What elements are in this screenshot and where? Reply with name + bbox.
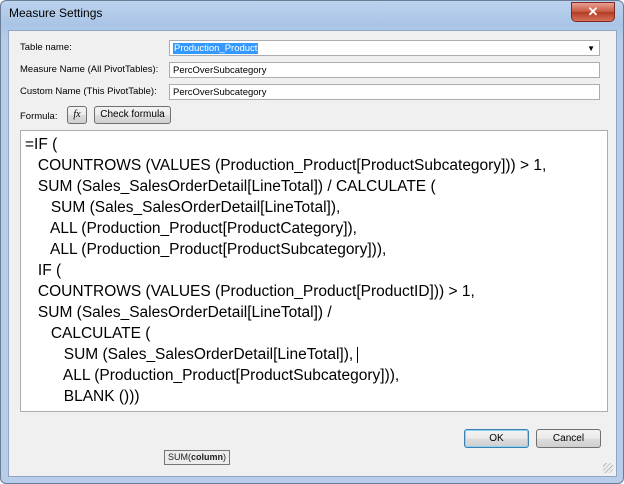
formula-line: COUNTROWS (VALUES (Production_Product[Pr… [25, 283, 475, 300]
measure-settings-dialog: Measure Settings ✕ Table name: Productio… [0, 0, 624, 484]
formula-line: =IF ( [25, 136, 58, 153]
formula-editor[interactable]: =IF ( COUNTROWS (VALUES (Production_Prod… [20, 130, 608, 412]
formula-line: SUM (Sales_SalesOrderDetail[LineTotal]), [25, 346, 354, 363]
cancel-button[interactable]: Cancel [536, 429, 601, 448]
formula-label: Formula: [20, 111, 58, 122]
insert-function-button[interactable]: fx [67, 106, 87, 124]
formula-line: COUNTROWS (VALUES (Production_Product[Pr… [25, 157, 547, 174]
table-name-value: Production_Product [173, 43, 259, 54]
close-icon: ✕ [587, 4, 599, 19]
formula-line: ALL (Production_Product[ProductSubcatego… [25, 241, 387, 258]
dialog-body: Table name: Production_Product ▼ Measure… [8, 30, 617, 477]
formula-line: SUM (Sales_SalesOrderDetail[LineTotal]) … [25, 178, 436, 195]
table-name-label: Table name: [20, 42, 72, 53]
title-bar[interactable]: Measure Settings ✕ [1, 1, 623, 27]
formula-line-with-caret: SUM (Sales_SalesOrderDetail[LineTotal]), [25, 346, 359, 364]
text-caret [357, 346, 359, 363]
table-name-dropdown[interactable]: Production_Product ▼ [169, 40, 600, 56]
tooltip-argument: column [191, 452, 224, 462]
window-title: Measure Settings [9, 6, 103, 20]
formula-line: SUM (Sales_SalesOrderDetail[LineTotal]) … [25, 304, 332, 321]
chevron-down-icon[interactable]: ▼ [587, 41, 595, 57]
close-button[interactable]: ✕ [571, 2, 615, 22]
formula-line: IF ( [25, 262, 62, 279]
ok-button[interactable]: OK [464, 429, 529, 448]
custom-name-input[interactable]: PercOverSubcategory [169, 84, 600, 100]
function-icon: fx [73, 109, 81, 120]
check-formula-button[interactable]: Check formula [94, 106, 171, 124]
formula-line: BLANK ())) [25, 388, 140, 405]
formula-line: ALL (Production_Product[ProductSubcatego… [25, 367, 400, 384]
formula-line: ALL (Production_Product[ProductCategory]… [25, 220, 357, 237]
measure-name-input[interactable]: PercOverSubcategory [169, 62, 600, 78]
tooltip-function: SUM( [168, 452, 191, 462]
formula-line: CALCULATE ( [25, 325, 151, 342]
custom-name-label: Custom Name (This PivotTable): [20, 86, 157, 97]
formula-line: SUM (Sales_SalesOrderDetail[LineTotal]), [25, 199, 341, 216]
tooltip-close: ) [223, 452, 227, 462]
resize-grip[interactable] [603, 463, 613, 473]
measure-name-label: Measure Name (All PivotTables): [20, 64, 159, 75]
function-tooltip: SUM(column) [164, 450, 231, 465]
